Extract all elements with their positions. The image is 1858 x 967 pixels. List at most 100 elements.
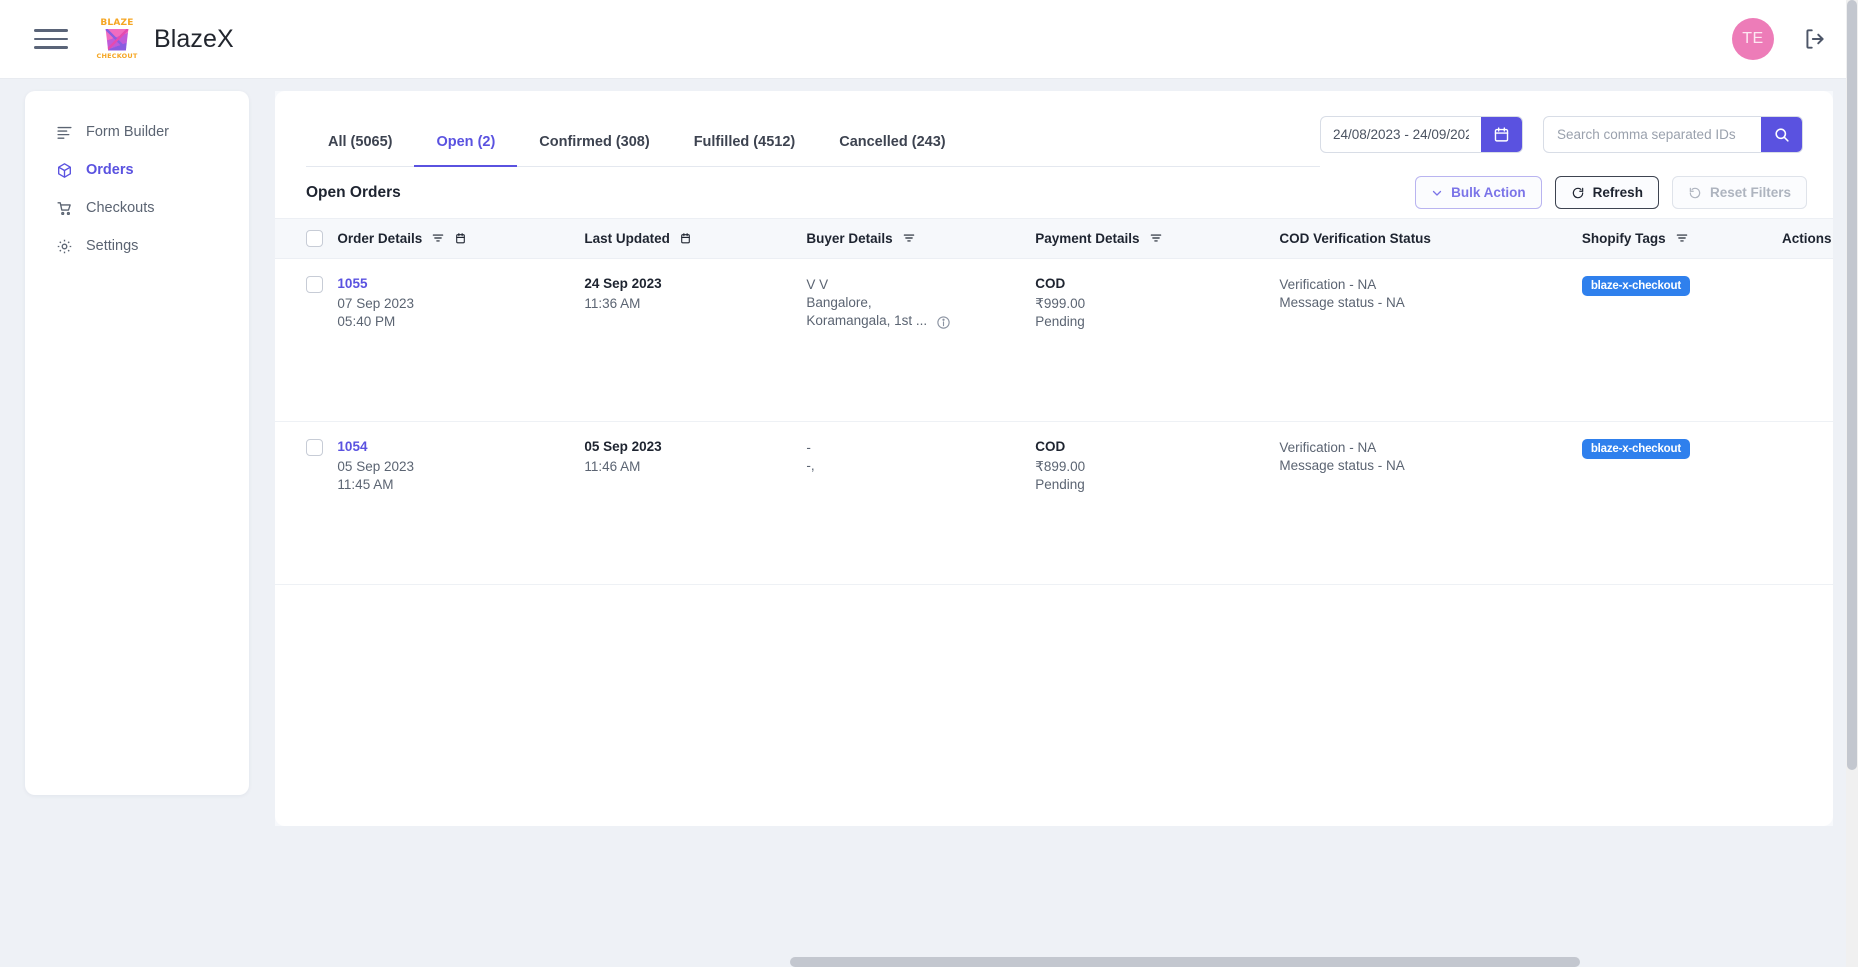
updated-time: 11:36 AM xyxy=(584,295,641,311)
cell-buyer-details: V V Bangalore, Koramangala, 1st ... xyxy=(806,258,1036,422)
row-checkbox[interactable] xyxy=(306,438,323,456)
row-select-cell xyxy=(275,421,338,585)
logo-x-mark-icon xyxy=(105,28,129,51)
row-checkbox[interactable] xyxy=(306,275,323,293)
order-id-link[interactable]: 1055 xyxy=(337,276,584,291)
th-label: Shopify Tags xyxy=(1581,230,1666,246)
th-select-all xyxy=(275,219,338,259)
filter-icon[interactable] xyxy=(431,231,445,245)
page-title: Open Orders xyxy=(306,183,401,201)
sidebar-item-orders[interactable]: Orders xyxy=(25,151,249,189)
updated-time: 11:46 AM xyxy=(584,458,641,474)
th-actions: Actions xyxy=(1782,219,1833,259)
calendar-icon[interactable] xyxy=(454,232,467,245)
info-icon[interactable] xyxy=(936,315,951,330)
cell-payment-details: COD ₹899.00 Pending xyxy=(1035,421,1280,585)
payment-amount: ₹899.00 xyxy=(1035,458,1086,474)
buyer-name: - xyxy=(806,439,811,455)
th-order-details[interactable]: Order Details xyxy=(337,219,585,259)
gear-icon xyxy=(57,239,72,253)
logo-bottom-text: CHECKOUT xyxy=(96,51,138,60)
updated-date: 24 Sep 2023 xyxy=(584,275,662,291)
chevron-down-icon xyxy=(1433,190,1442,196)
panel-header: Open Orders Bulk Action Refresh Reset Fi… xyxy=(275,167,1833,219)
payment-amount: ₹999.00 xyxy=(1035,295,1086,311)
box-icon xyxy=(58,162,71,178)
status-badge: blaze-x-checkout xyxy=(1581,275,1690,296)
order-id-link[interactable]: 1054 xyxy=(337,439,584,454)
reset-filters-button[interactable]: Reset Filters xyxy=(1671,176,1807,209)
search-input[interactable] xyxy=(1544,127,1761,142)
th-last-updated[interactable]: Last Updated xyxy=(584,219,807,259)
tabs-and-filters-bar: All (5065) Open (2) Confirmed (308) Fulf… xyxy=(275,91,1833,167)
sidebar-item-checkouts[interactable]: Checkouts xyxy=(25,189,249,227)
brand-name: BlazeX xyxy=(154,24,234,53)
order-date: 07 Sep 2023 xyxy=(337,295,414,311)
verification-status: Verification - NA xyxy=(1279,276,1377,292)
hamburger-line xyxy=(34,46,68,49)
blaze-checkout-logo-icon: BLAZE CHECKOUT xyxy=(96,18,138,60)
th-label: Payment Details xyxy=(1035,230,1140,246)
filter-icon[interactable] xyxy=(1149,231,1163,245)
th-payment-details[interactable]: Payment Details xyxy=(1035,219,1280,259)
sidebar-item-label: Form Builder xyxy=(86,124,169,140)
refresh-icon xyxy=(1572,187,1583,198)
calendar-icon xyxy=(1494,127,1509,142)
th-label: Last Updated xyxy=(584,230,670,246)
order-time: 11:45 AM xyxy=(337,476,394,492)
avatar[interactable]: TE xyxy=(1732,18,1774,60)
cell-buyer-details: - -, xyxy=(806,421,1036,585)
sidebar-item-label: Settings xyxy=(86,238,139,254)
th-label: Order Details xyxy=(337,230,423,246)
vertical-scrollbar[interactable] xyxy=(1846,0,1858,967)
buyer-name: V V xyxy=(806,276,829,292)
row-select-cell xyxy=(275,258,338,422)
table-header: Order Details Last Updated Buyer Details… xyxy=(275,219,1833,259)
scrollbar-thumb[interactable] xyxy=(1847,0,1857,770)
cell-actions: ✓ ✕ ··· xyxy=(1831,258,1858,422)
tabs-spacer xyxy=(967,91,1320,167)
tab-fulfilled[interactable]: Fulfilled (4512) xyxy=(672,134,818,166)
table-row[interactable]: 1055 07 Sep 2023 05:40 PM 24 Sep 2023 11… xyxy=(275,258,1858,422)
brand-logo[interactable]: BLAZE CHECKOUT BlazeX xyxy=(96,18,234,60)
calendar-icon[interactable] xyxy=(679,232,692,245)
cell-actions: ✓ ✕ ··· xyxy=(1831,421,1858,585)
calendar-button[interactable] xyxy=(1481,117,1522,152)
search-box[interactable] xyxy=(1543,116,1803,153)
tab-confirmed[interactable]: Confirmed (308) xyxy=(517,134,671,166)
sidebar-item-settings[interactable]: Settings xyxy=(25,227,249,265)
panel-actions: Bulk Action Refresh Reset Filters xyxy=(1415,176,1807,209)
select-all-checkbox[interactable] xyxy=(306,229,323,247)
sidebar-item-form-builder[interactable]: Form Builder xyxy=(25,113,249,151)
search-button[interactable] xyxy=(1761,117,1802,152)
bulk-action-button[interactable]: Bulk Action xyxy=(1415,176,1542,209)
top-bar: BLAZE CHECKOUT BlazeX TE xyxy=(0,0,1858,79)
message-status: Message status - NA xyxy=(1279,457,1405,473)
message-status: Message status - NA xyxy=(1279,294,1405,310)
table-row[interactable]: 1054 05 Sep 2023 11:45 AM 05 Sep 2023 11… xyxy=(275,421,1858,585)
cell-shopify-tags: blaze-x-checkout xyxy=(1581,258,1832,422)
bulk-action-label: Bulk Action xyxy=(1451,185,1526,200)
tab-cancelled[interactable]: Cancelled (243) xyxy=(817,134,967,166)
reset-filters-label: Reset Filters xyxy=(1709,185,1791,200)
hamburger-menu-icon[interactable] xyxy=(34,26,68,52)
date-range-input[interactable] xyxy=(1321,127,1481,142)
main-content: All (5065) Open (2) Confirmed (308) Fulf… xyxy=(275,91,1858,826)
tab-open[interactable]: Open (2) xyxy=(414,134,518,167)
logout-icon[interactable] xyxy=(1802,26,1828,52)
reset-icon xyxy=(1689,187,1701,198)
date-range-picker[interactable] xyxy=(1320,116,1523,153)
payment-status: Pending xyxy=(1035,476,1085,492)
refresh-button[interactable]: Refresh xyxy=(1554,176,1659,209)
tab-all[interactable]: All (5065) xyxy=(306,134,414,166)
payment-method: COD xyxy=(1035,275,1066,291)
filter-icon[interactable] xyxy=(902,231,916,245)
sidebar-item-label: Checkouts xyxy=(86,200,155,216)
verification-status: Verification - NA xyxy=(1279,439,1377,455)
th-label: Actions xyxy=(1782,230,1832,246)
horizontal-scrollbar-thumb[interactable] xyxy=(790,957,1580,967)
table-body: 1055 07 Sep 2023 05:40 PM 24 Sep 2023 11… xyxy=(275,258,1858,585)
cell-cod-verification: Verification - NA Message status - NA xyxy=(1279,421,1582,585)
filter-icon[interactable] xyxy=(1675,231,1689,245)
th-buyer-details[interactable]: Buyer Details xyxy=(806,219,1036,259)
